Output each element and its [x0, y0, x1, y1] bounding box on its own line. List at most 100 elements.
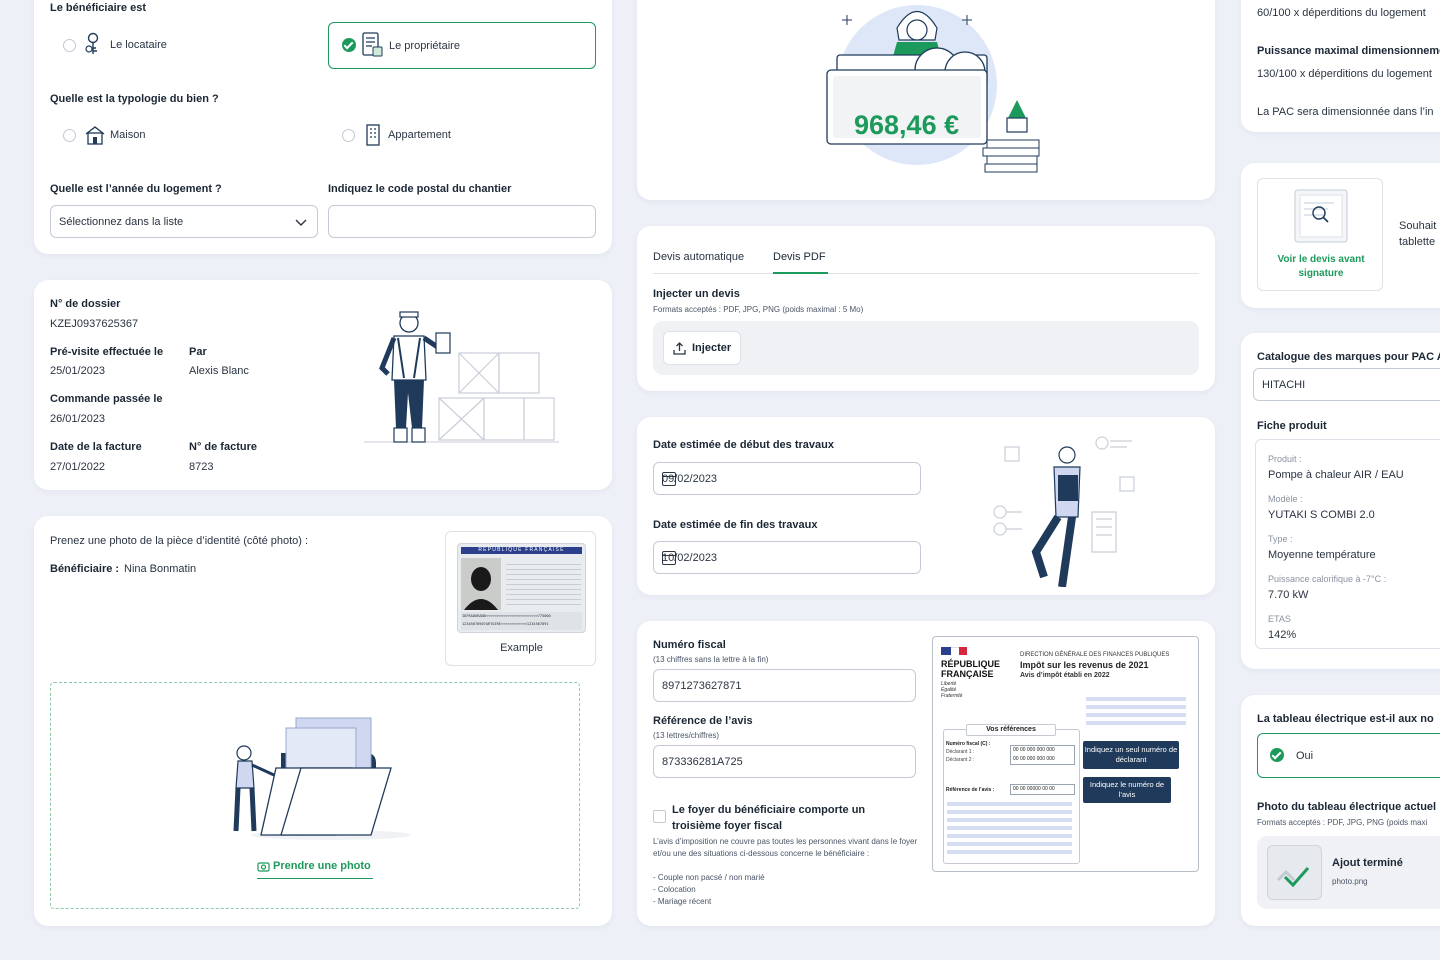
- inject-title: Injecter un devis: [653, 288, 740, 300]
- house-icon: [85, 126, 105, 145]
- dimensionnement-card: 60/100 x déperditions du logement Puissa…: [1241, 0, 1440, 132]
- option-oui[interactable]: Oui: [1257, 733, 1440, 778]
- dates-card: Date estimée de début des travaux 09/02/…: [637, 417, 1215, 595]
- facture-num-label: N° de facture: [189, 441, 257, 453]
- fiche-key: Type :: [1268, 534, 1293, 544]
- radio-appartement[interactable]: [342, 129, 355, 142]
- numero-fiscal-hint: (13 chiffres sans la lettre à la fin): [653, 655, 769, 664]
- avis-declarant-1-value: 00 00 000 000 000: [1013, 747, 1055, 753]
- avis-dgfip: DIRECTION GÉNÉRALE DES FINANCES PUBLIQUE…: [1020, 652, 1170, 658]
- label-proprietaire: Le propriétaire: [389, 40, 460, 52]
- fiche-produit-box: Produit : Pompe à chaleur AIR / EAU Modè…: [1255, 439, 1440, 649]
- photo-tableau-formats: Formats acceptés : PDF, JPG, PNG (poids …: [1257, 818, 1428, 827]
- folder-illustration: [233, 717, 411, 840]
- photo-dropzone[interactable]: Prendre une photo: [50, 682, 580, 909]
- dossier-card: N° de dossier KZEJ0937625367 Pré-visite …: [34, 280, 612, 490]
- numero-fiscal-value: 8971273627871: [662, 680, 742, 692]
- catalogue-value: HITACHI: [1262, 379, 1306, 391]
- date-debut-label: Date estimée de début des travaux: [653, 439, 834, 451]
- fiche-key: Puissance calorifique à -7°C :: [1268, 574, 1387, 584]
- code-postal-input[interactable]: [328, 205, 596, 238]
- chevron-down-icon: [295, 219, 307, 226]
- planning-illustration: [993, 436, 1135, 587]
- foyer-label: Le foyer du bénéficiaire comporte un tro…: [672, 804, 866, 832]
- calendar-icon[interactable]: [662, 551, 676, 565]
- tab-devis-pdf[interactable]: Devis PDF: [773, 251, 826, 263]
- catalogue-card: Catalogue des marques pour PAC A HITACHI…: [1241, 333, 1440, 669]
- calendar-icon[interactable]: [662, 472, 676, 486]
- puissance-label: Puissance maximal dimensionnement: [1257, 45, 1440, 57]
- amount-card: 968,46 €: [637, 0, 1215, 200]
- inject-button-label: Injecter: [692, 342, 732, 354]
- par-label: Par: [189, 346, 207, 358]
- fiche-value: Moyenne température: [1268, 549, 1376, 561]
- reference-avis-hint: (13 lettres/chiffres): [653, 731, 720, 740]
- catalogue-select[interactable]: HITACHI: [1253, 368, 1440, 401]
- photo-thumbnail[interactable]: [1267, 845, 1322, 900]
- dimension-line-1: 60/100 x déperditions du logement: [1257, 7, 1426, 19]
- identity-beneficiaire: Nina Bonmatin: [124, 563, 197, 575]
- voir-devis-label: Voir le devis avant signature: [1277, 254, 1365, 279]
- fiche-value: YUTAKI S COMBI 2.0: [1268, 509, 1375, 521]
- reference-avis-value: 873336281A725: [662, 756, 743, 768]
- facture-num: 8723: [189, 461, 214, 473]
- label-locataire: Le locataire: [110, 39, 167, 51]
- fiche-produit-label: Fiche produit: [1257, 420, 1327, 432]
- id-card-mrz-line-1: IDFRADURAND<<<<<<<<<<<<<<<<<<<<<<<<77500…: [462, 614, 551, 618]
- take-photo-label: Prendre une photo: [273, 860, 371, 872]
- numero-fiscal-input[interactable]: 8971273627871: [653, 669, 916, 702]
- voir-devis-card: Voir le devis avant signature Souhait ta…: [1241, 163, 1440, 308]
- take-photo-button[interactable]: Prendre une photo: [257, 859, 373, 879]
- avis-rf: RÉPUBLIQUE FRANÇAISE: [941, 659, 1001, 679]
- tooltip-avis: Indiquez le numéro de l’avis: [1083, 777, 1171, 803]
- radio-locataire[interactable]: [63, 39, 76, 52]
- amount-illustration: [826, 5, 1040, 173]
- option-maison[interactable]: Maison: [62, 124, 262, 148]
- ajout-termine: Ajout terminé: [1332, 857, 1403, 869]
- tab-devis-automatique[interactable]: Devis automatique: [653, 251, 744, 263]
- annee-label: Quelle est l’année du logement ?: [50, 183, 222, 195]
- option-locataire[interactable]: Le locataire: [62, 32, 312, 62]
- id-example-box: RÉPUBLIQUE FRANÇAISE IDFRADURAND<<<<<<<<…: [445, 531, 596, 666]
- tooltip-declarant: Indiquez un seul numéro de déclarant: [1083, 741, 1179, 769]
- foyer-desc: L’avis d’imposition ne couvre pas toutes…: [653, 837, 918, 858]
- voir-devis-button[interactable]: Voir le devis avant signature: [1257, 178, 1383, 291]
- radio-maison[interactable]: [63, 129, 76, 142]
- fiche-value: 7.70 kW: [1268, 589, 1309, 601]
- annee-select[interactable]: Sélectionnez dans la liste: [50, 205, 318, 238]
- fiscal-card: Numéro fiscal (13 chiffres sans la lettr…: [637, 621, 1215, 926]
- foyer-checkbox[interactable]: [653, 810, 666, 823]
- inject-formats: Formats acceptés : PDF, JPG, PNG (poids …: [653, 305, 864, 314]
- delivery-worker-illustration: [364, 311, 559, 443]
- fiche-value: 142%: [1268, 629, 1297, 641]
- numero-fiscal-label: Numéro fiscal: [653, 639, 726, 651]
- avis-refs-title: Vos références: [966, 724, 1056, 736]
- reference-avis-label: Référence de l’avis: [653, 715, 753, 727]
- option-appartement[interactable]: Appartement: [341, 124, 541, 148]
- foyer-item: - Colocation: [653, 885, 696, 894]
- label-appartement: Appartement: [388, 129, 451, 141]
- avis-numero-fiscal: Numéro fiscal (C) :: [946, 741, 991, 747]
- id-portrait: [464, 567, 498, 610]
- tableau-electrique-card: La tableau électrique est-il aux no Oui …: [1241, 695, 1440, 926]
- tableau-label: La tableau électrique est-il aux no: [1257, 713, 1434, 725]
- inject-button[interactable]: Injecter: [663, 331, 741, 365]
- fiche-key: Modèle :: [1268, 494, 1303, 504]
- dimension-line-3: La PAC sera dimensionnée dans l’in: [1257, 106, 1434, 118]
- fiche-key: Produit :: [1268, 454, 1302, 464]
- inject-dropzone: Injecter: [653, 321, 1199, 375]
- facture-date: 27/01/2022: [50, 461, 106, 473]
- tab-active-indicator: [773, 272, 828, 274]
- facture-date-label: Date de la facture: [50, 441, 142, 453]
- identity-photo-card: Prenez une photo de la pièce d’identité …: [34, 516, 612, 926]
- reference-avis-input[interactable]: 873336281A725: [653, 745, 916, 778]
- devis-card: Devis automatique Devis PDF Injecter un …: [637, 226, 1215, 391]
- id-card-header: RÉPUBLIQUE FRANÇAISE: [478, 547, 565, 553]
- option-proprietaire[interactable]: Le propriétaire: [328, 22, 596, 69]
- foyer-item: - Mariage récent: [653, 897, 712, 906]
- document-icon: [362, 32, 383, 57]
- identity-prompt: Prenez une photo de la pièce d’identité …: [50, 535, 309, 547]
- date-fin-input[interactable]: 10/02/2023: [653, 541, 921, 574]
- keys-icon: [85, 32, 99, 54]
- date-debut-input[interactable]: 09/02/2023: [653, 462, 921, 495]
